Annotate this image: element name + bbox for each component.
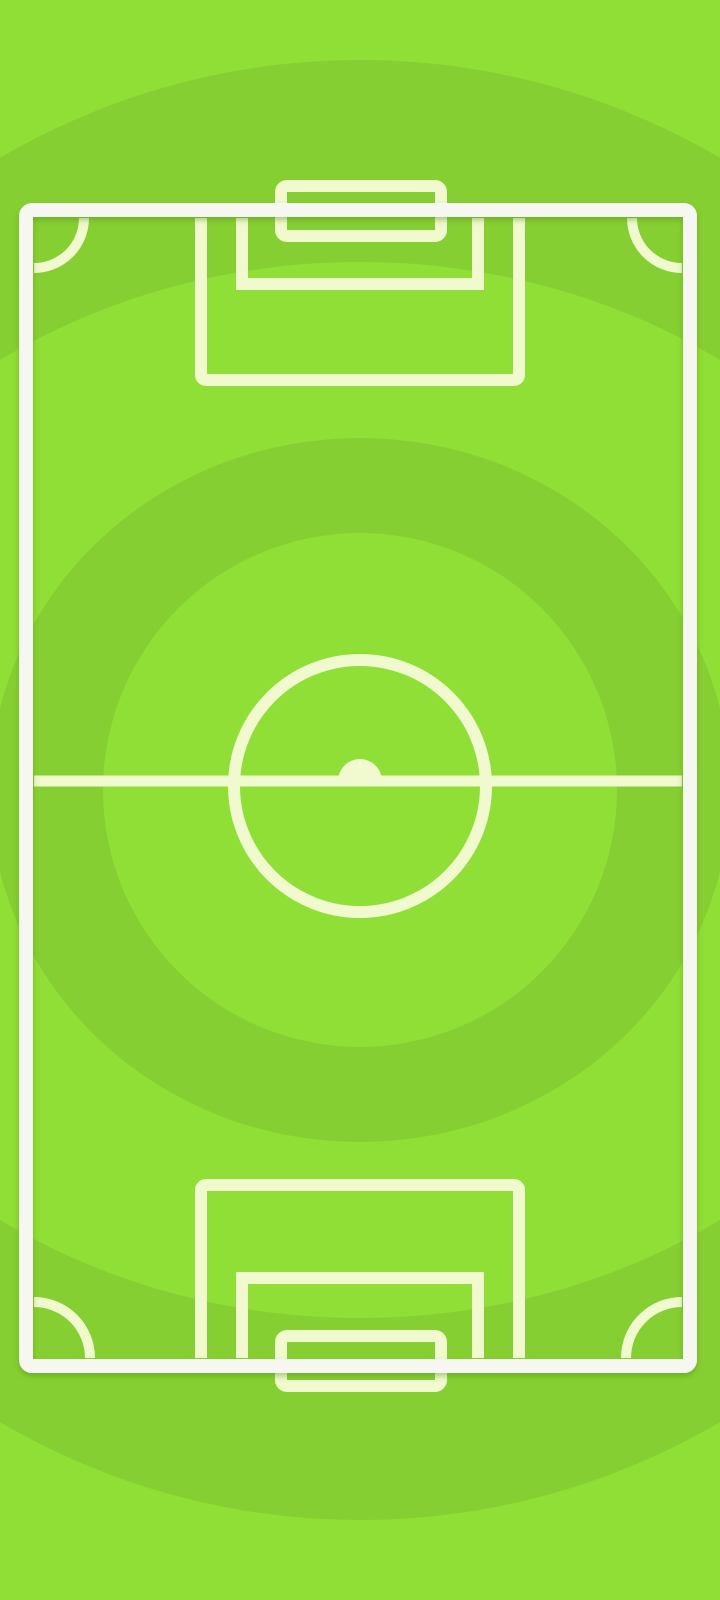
grass-ring-middle-inner bbox=[103, 533, 617, 1047]
soccer-pitch[interactable] bbox=[0, 0, 720, 1600]
game-screen bbox=[0, 0, 720, 1600]
